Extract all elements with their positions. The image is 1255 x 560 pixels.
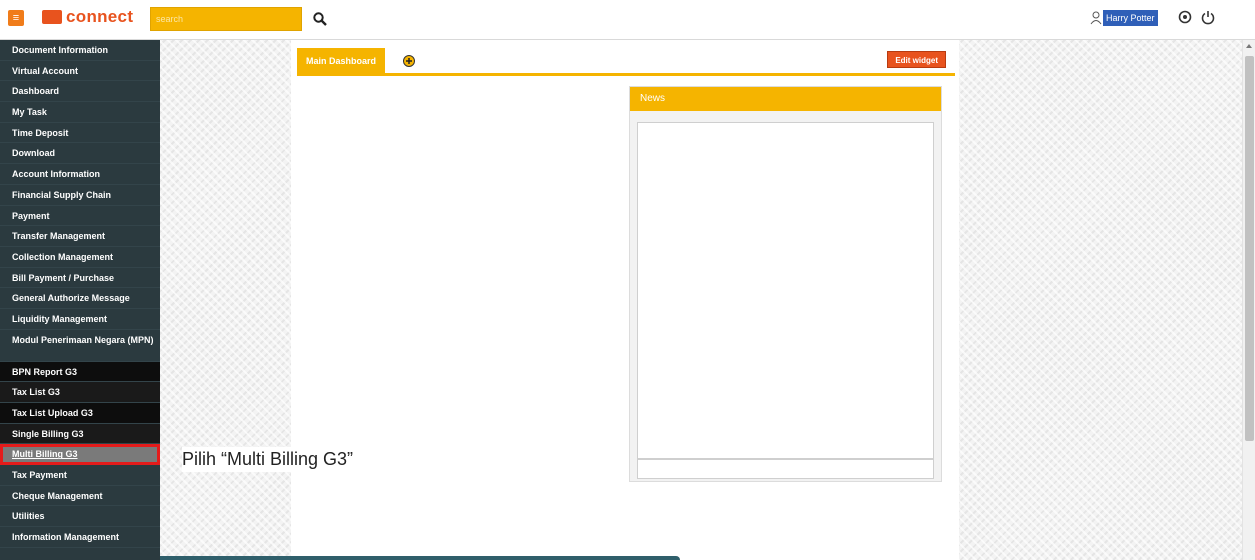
hamburger-icon: ≡	[12, 11, 20, 24]
settings-icon[interactable]	[1177, 9, 1193, 25]
user-icon	[1090, 11, 1102, 25]
sidebar-item-document-information[interactable]: Document Information	[0, 40, 160, 61]
instruction-annotation: Pilih “Multi Billing G3”	[182, 447, 354, 472]
sidebar-item-account-information[interactable]: Account Information	[0, 164, 160, 185]
edit-widget-button[interactable]: Edit widget	[887, 51, 946, 68]
top-bar: ≡ connect Harry Potter	[0, 0, 1255, 40]
sidebar-item-mpn[interactable]: Modul Penerimaan Negara (MPN)	[0, 330, 160, 362]
scrollbar-thumb[interactable]	[1245, 56, 1254, 441]
search-input[interactable]	[150, 7, 302, 31]
sidebar-item-tax-list-upload-g3[interactable]: Tax List Upload G3	[0, 403, 160, 424]
search-icon[interactable]	[312, 11, 328, 27]
sidebar-item-single-billing-g3[interactable]: Single Billing G3	[0, 423, 160, 445]
news-content-area	[637, 122, 934, 459]
sidebar-item-my-task[interactable]: My Task	[0, 102, 160, 123]
sidebar-item-multi-billing-g3[interactable]: Multi Billing G3	[0, 444, 160, 466]
sidebar-item-download[interactable]: Download	[0, 143, 160, 165]
page-scrollbar[interactable]	[1242, 40, 1255, 560]
sidebar-item-collection-management[interactable]: Collection Management	[0, 247, 160, 268]
sidebar-item-liquidity-management[interactable]: Liquidity Management	[0, 309, 160, 330]
sidebar-item-financial-supply-chain[interactable]: Financial Supply Chain	[0, 185, 160, 206]
sidebar: Document Information Virtual Account Das…	[0, 40, 160, 560]
sidebar-item-payment[interactable]: Payment	[0, 206, 160, 227]
sidebar-item-time-deposit[interactable]: Time Deposit	[0, 123, 160, 144]
sidebar-item-cheque-management[interactable]: Cheque Management	[0, 486, 160, 507]
user-name[interactable]: Harry Potter	[1103, 10, 1158, 26]
sidebar-item-utilities[interactable]: Utilities	[0, 506, 160, 528]
logo-mark	[42, 10, 62, 24]
news-widget: News	[629, 86, 942, 482]
sidebar-item-tax-list-g3[interactable]: Tax List G3	[0, 382, 160, 403]
dashboard-tab-bar: Main Dashboard Edit widget	[297, 48, 955, 76]
sidebar-item-general-authorize-message[interactable]: General Authorize Message	[0, 288, 160, 309]
sidebar-item-dashboard[interactable]: Dashboard	[0, 81, 160, 103]
plus-circle-icon[interactable]	[402, 54, 416, 68]
logo-text: connect	[66, 7, 134, 26]
sidebar-item-virtual-account[interactable]: Virtual Account	[0, 61, 160, 82]
tab-main-dashboard[interactable]: Main Dashboard	[297, 48, 386, 74]
sidebar-item-bpn-report-g3[interactable]: BPN Report G3	[0, 361, 160, 383]
power-icon[interactable]	[1200, 9, 1216, 25]
scroll-up-arrow-icon[interactable]	[1246, 44, 1252, 48]
news-footer	[637, 459, 934, 479]
sidebar-item-transfer-management[interactable]: Transfer Management	[0, 226, 160, 247]
bottom-strip	[160, 556, 680, 560]
hamburger-menu-button[interactable]: ≡	[8, 10, 24, 26]
sidebar-item-tax-payment[interactable]: Tax Payment	[0, 465, 160, 486]
news-widget-title: News	[630, 87, 941, 111]
sidebar-item-information-management[interactable]: Information Management	[0, 527, 160, 548]
sidebar-item-bill-payment[interactable]: Bill Payment / Purchase	[0, 268, 160, 289]
